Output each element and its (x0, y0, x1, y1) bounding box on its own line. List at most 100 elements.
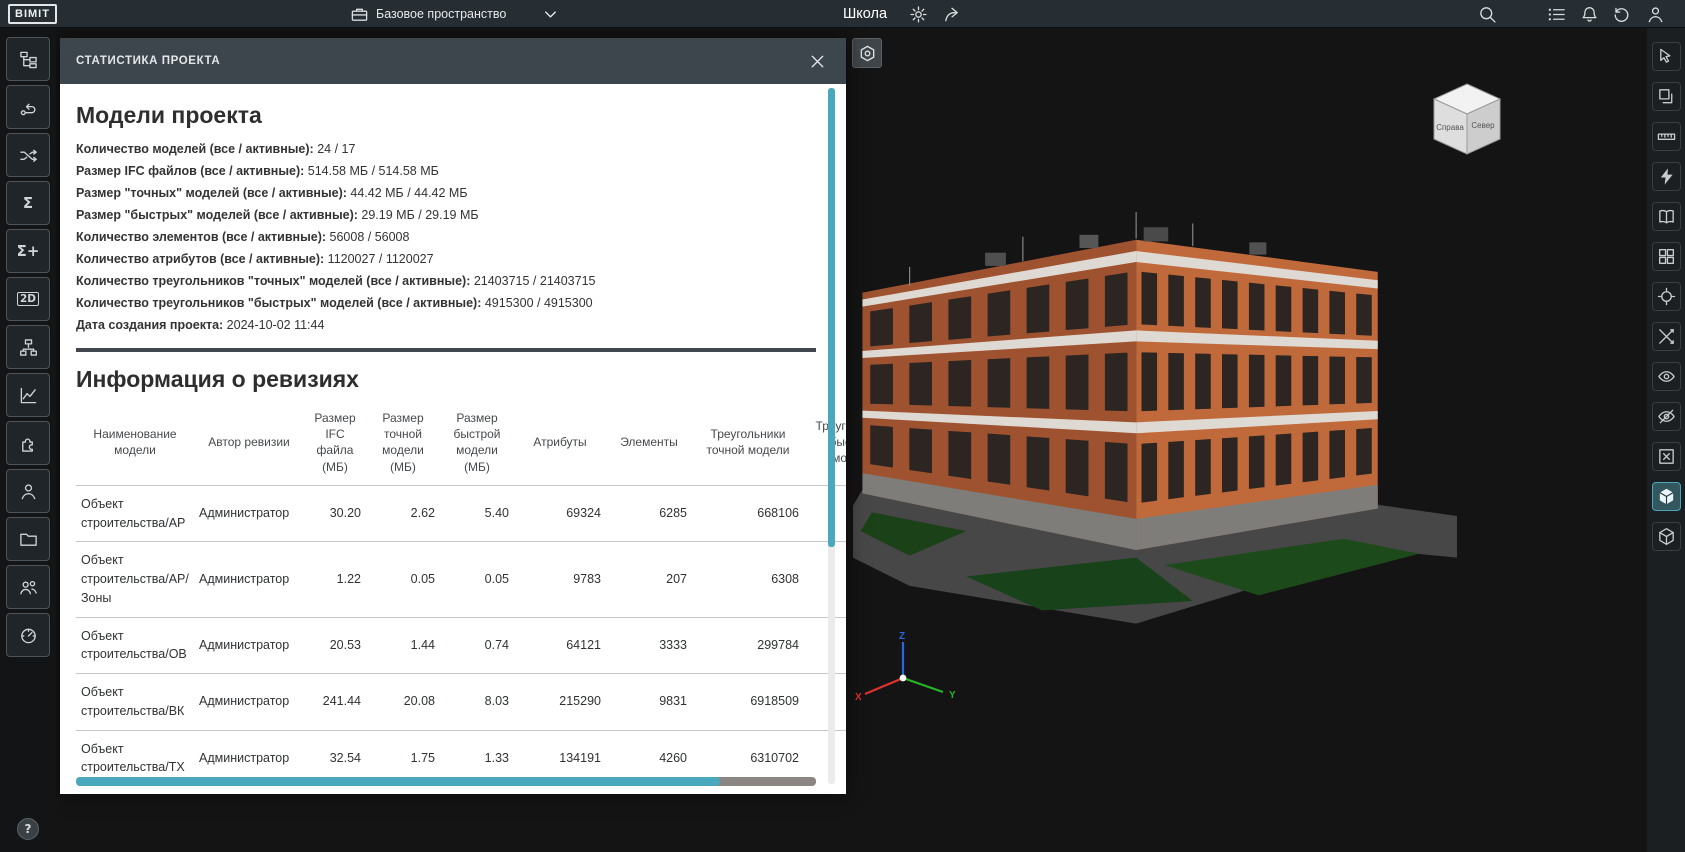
quick-action-button[interactable] (1651, 162, 1681, 191)
cell: 6285 (659, 506, 687, 521)
revision-row: Объект строительства/АР Администратор 30.2… (76, 485, 846, 542)
cell: 299784 (757, 637, 799, 652)
measure-button[interactable] (1651, 122, 1681, 151)
workspace-button[interactable] (346, 2, 372, 26)
cell: 1.44 (410, 637, 435, 652)
select-cursor-icon (1657, 47, 1676, 66)
horizontal-scrollbar[interactable] (76, 777, 816, 786)
models-heading: Модели проекта (76, 102, 262, 128)
workspace-dropdown[interactable]: Базовое пространство (376, 4, 560, 24)
help-button[interactable]: ? (17, 818, 39, 840)
calculations-button[interactable]: Σ (6, 181, 50, 225)
stats-list: Количество моделей (все / активные): 24 … (76, 142, 816, 332)
mode-2d-icon: 2D (16, 291, 40, 307)
share-button[interactable] (939, 2, 965, 26)
dashboard-button[interactable] (6, 613, 50, 657)
collisions-button[interactable] (6, 133, 50, 177)
cell: Администратор (199, 572, 290, 586)
routes-button[interactable] (6, 85, 50, 129)
selection-cube-button[interactable] (1651, 482, 1681, 511)
cell: 20.53 (329, 637, 361, 652)
cell: 2.62 (410, 506, 435, 521)
stat-line: Размер "быстрых" моделей (все / активные… (76, 208, 479, 222)
structure-icon (19, 338, 38, 357)
split-view-button[interactable] (1651, 202, 1681, 231)
user-groups-button[interactable] (6, 565, 50, 609)
history-button[interactable] (1608, 2, 1634, 26)
close-icon (808, 52, 827, 71)
cell: 8.03 (484, 694, 509, 709)
mode-2d-button[interactable]: 2D (6, 277, 50, 321)
vertical-scrollbar-thumb[interactable] (828, 88, 835, 548)
revisions-heading: Информация о ревизиях (76, 366, 359, 392)
model-tree-icon (19, 50, 38, 69)
navcube-face-label[interactable]: Север (1471, 121, 1495, 130)
bell-icon (1580, 5, 1599, 24)
stat-line: Количество элементов (все / активные): 5… (76, 230, 410, 244)
column-header: Размер IFC файла (МБ) (314, 411, 356, 474)
collisions-icon (19, 146, 38, 165)
layout-grid-icon (1657, 247, 1676, 266)
section-divider (76, 348, 816, 352)
cell: 241.44 (322, 694, 361, 709)
search-button[interactable] (1474, 2, 1500, 26)
projects-button[interactable] (6, 517, 50, 561)
column-header: Треугольники точной модели (706, 427, 790, 458)
visibility-off-button[interactable] (1651, 402, 1681, 431)
calculations-add-button[interactable]: Σ+ (6, 229, 50, 273)
cell: 0.05 (484, 572, 509, 586)
exclude-box-button[interactable] (1651, 442, 1681, 471)
left-toolbar: Σ Σ+ 2D (0, 28, 56, 852)
plugins-button[interactable] (6, 421, 50, 465)
viewport-select-mode-button[interactable] (852, 38, 882, 68)
cell: 5.40 (484, 506, 509, 521)
close-button[interactable] (804, 48, 830, 74)
calculations-add-icon: Σ+ (16, 241, 40, 260)
workspace-label: Базовое пространство (376, 7, 507, 21)
vertical-scrollbar[interactable] (828, 88, 835, 784)
column-header: Размер быстрой модели (МБ) (453, 411, 501, 474)
selection-cube-icon (1657, 487, 1676, 506)
navcube-face-label[interactable]: Справа (1436, 123, 1464, 132)
topbar: BIMIT Базовое пространство Школа (0, 0, 1685, 28)
transparency-cube-icon (1657, 527, 1676, 546)
projects-icon (19, 530, 38, 549)
dual-view-icon (1657, 87, 1676, 106)
cell: 6918509 (750, 694, 799, 709)
transparency-cube-button[interactable] (1651, 522, 1681, 551)
calculations-icon: Σ (22, 193, 34, 212)
model-tree-button[interactable] (6, 37, 50, 81)
dual-view-button[interactable] (1651, 82, 1681, 111)
user-groups-icon (19, 578, 38, 597)
account-button[interactable] (1642, 2, 1668, 26)
horizontal-scrollbar-thumb[interactable] (76, 777, 720, 786)
select-cursor-button[interactable] (1651, 42, 1681, 71)
list-view-icon (1547, 5, 1566, 24)
visibility-button[interactable] (1651, 362, 1681, 391)
charts-button[interactable] (6, 373, 50, 417)
profile-button[interactable] (6, 469, 50, 513)
stat-line: Количество моделей (все / активные): 24 … (76, 142, 356, 156)
locate-button[interactable] (1651, 282, 1681, 311)
cell: 6308 (771, 572, 799, 586)
cell: 0.74 (484, 637, 509, 652)
column-header: Размер точной модели (МБ) (382, 411, 424, 474)
project-settings-button[interactable] (905, 2, 931, 26)
section-axes-button[interactable] (1651, 322, 1681, 351)
layout-grid-button[interactable] (1651, 242, 1681, 271)
structure-button[interactable] (6, 325, 50, 369)
navigation-cube[interactable]: Справа Север (1425, 78, 1509, 162)
app-logo: BIMIT (8, 4, 57, 24)
locate-icon (1657, 287, 1676, 306)
cell: 668106 (757, 506, 799, 521)
revisions-table: Наименование модели Автор ревизии Размер I… (76, 406, 846, 786)
cell (804, 485, 846, 542)
axis-y-label: Y (949, 690, 956, 701)
notifications-button[interactable] (1576, 2, 1602, 26)
cell: 64121 (566, 637, 601, 652)
list-view-button[interactable] (1543, 2, 1569, 26)
cell: Объект строительства/АР/Зоны (81, 553, 189, 605)
hex-select-icon (858, 44, 877, 63)
visibility-off-icon (1657, 407, 1676, 426)
cell: 0.05 (410, 572, 435, 586)
